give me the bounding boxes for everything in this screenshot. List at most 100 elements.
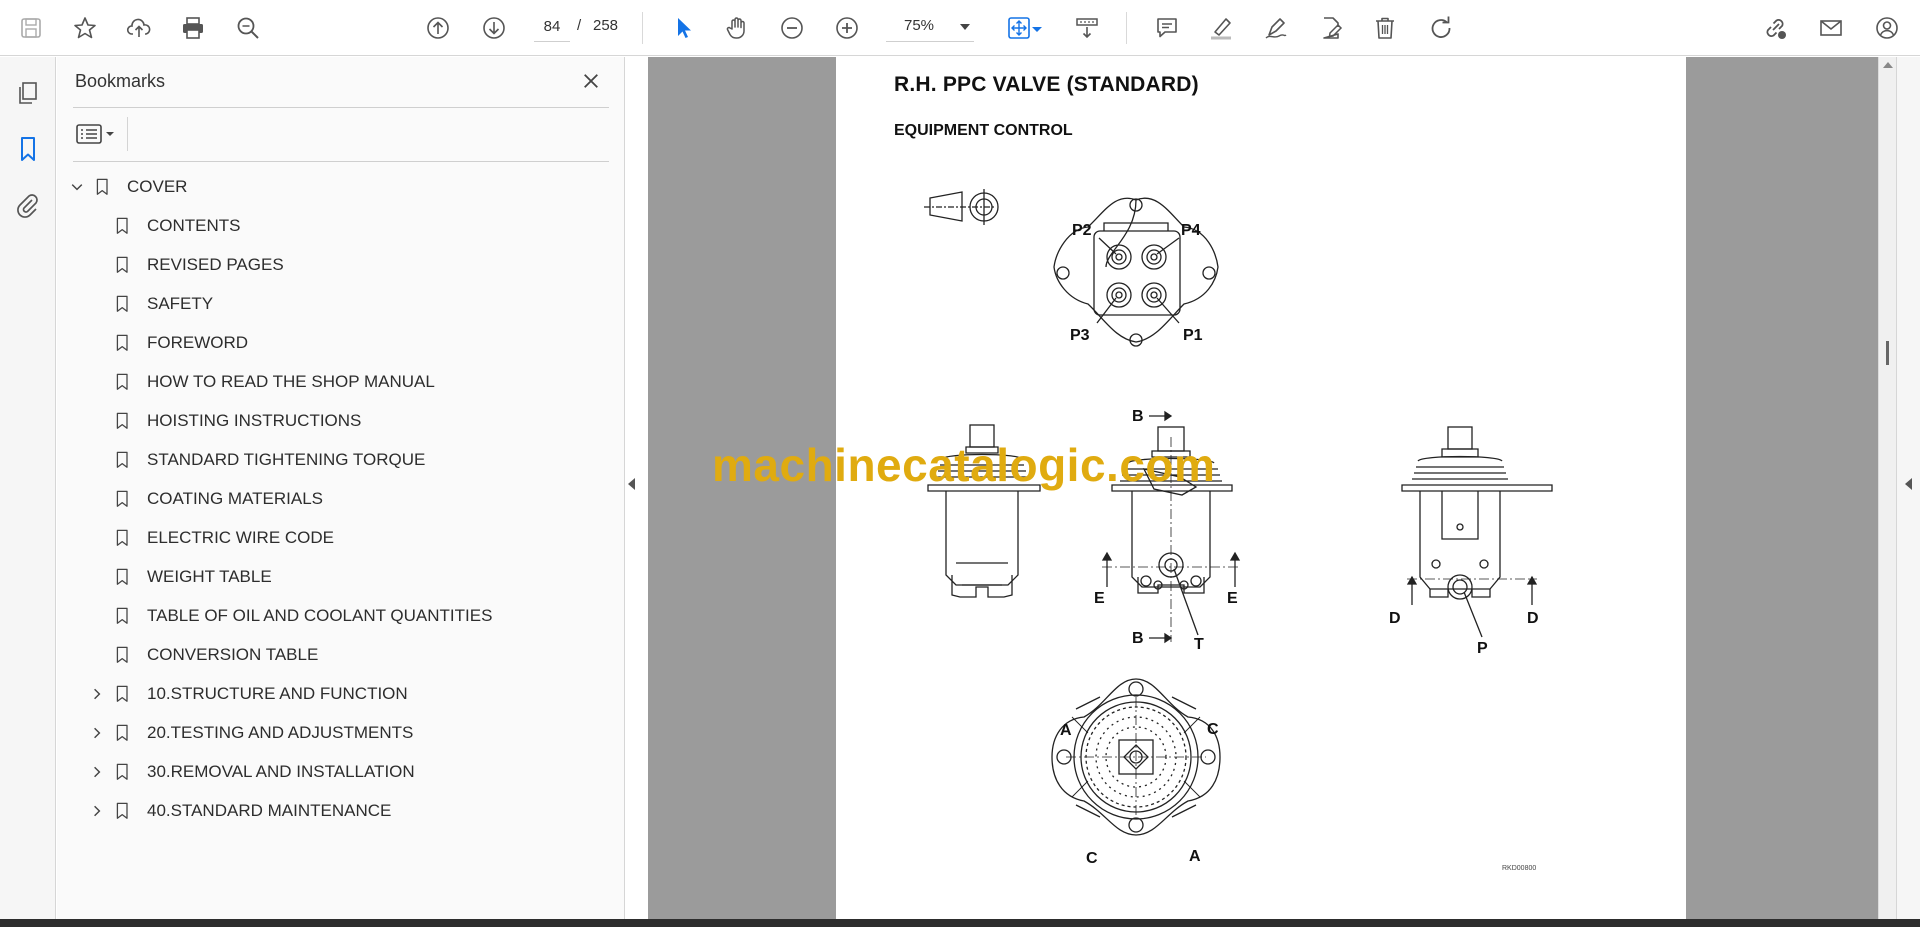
highlighter-icon[interactable] [1204, 11, 1238, 45]
bookmark-item[interactable]: REVISED PAGES [87, 248, 284, 282]
arrow-down-circle-icon[interactable] [477, 11, 511, 45]
label-p: P [1477, 640, 1488, 657]
upload-icon[interactable] [122, 11, 156, 45]
save-icon[interactable] [14, 11, 48, 45]
label-p1: P1 [1183, 327, 1203, 344]
bookmark-item[interactable]: STANDARD TIGHTENING TORQUE [87, 443, 425, 477]
bookmark-item[interactable]: CONTENTS [87, 209, 241, 243]
bookmark-item[interactable]: HOW TO READ THE SHOP MANUAL [87, 365, 435, 399]
figure-code: RKD00800 [1502, 865, 1537, 872]
chevron-down-icon[interactable] [67, 177, 87, 197]
valve-bottom-view [1051, 678, 1221, 836]
plus-circle-icon[interactable] [830, 11, 864, 45]
chevron-right-icon[interactable] [87, 801, 107, 821]
bookmark-label: WEIGHT TABLE [147, 567, 272, 586]
label-p2: P2 [1072, 222, 1092, 239]
bookmark-label: STANDARD TIGHTENING TORQUE [147, 450, 426, 469]
label-a-bottom: A [1189, 848, 1201, 865]
bookmark-label: 40.STANDARD MAINTENANCE [147, 801, 392, 820]
close-icon[interactable] [577, 67, 605, 95]
chevron-right-icon[interactable] [87, 762, 107, 782]
hand-icon[interactable] [720, 11, 754, 45]
scroll-mode-icon[interactable] [1070, 11, 1104, 45]
panel-title: Bookmarks [75, 71, 166, 91]
bookmark-item[interactable]: COATING MATERIALS [87, 482, 323, 516]
rotate-icon[interactable] [1424, 11, 1458, 45]
bookmark-options-button[interactable] [75, 119, 121, 149]
chevron-right-icon[interactable] [87, 684, 107, 704]
paperclip-icon[interactable] [10, 187, 46, 223]
bookmark-label: TABLE OF OIL AND COOLANT QUANTITIES [147, 606, 493, 625]
zoom-value: 75% [904, 17, 935, 34]
bookmark-icon [113, 722, 133, 744]
link-icon[interactable] [1758, 11, 1792, 45]
mail-icon[interactable] [1814, 11, 1848, 45]
page-number-input[interactable] [534, 12, 570, 42]
scrollbar-thumb[interactable] [1886, 341, 1889, 365]
bookmark-item[interactable]: WEIGHT TABLE [87, 560, 272, 594]
trash-icon[interactable] [1368, 11, 1402, 45]
watermark-text: machinecatalogic.com [712, 439, 1216, 491]
bookmark-item[interactable]: COVER [67, 170, 187, 204]
label-a-top: A [1060, 722, 1072, 739]
pen-icon[interactable] [1259, 11, 1293, 45]
bookmark-item[interactable]: 20.TESTING AND ADJUSTMENTS [87, 716, 413, 750]
chevron-right-icon[interactable] [87, 723, 107, 743]
bookmark-icon [113, 215, 133, 237]
bookmark-icon [113, 527, 133, 549]
zoom-select[interactable]: 75% [886, 12, 974, 42]
bookmarks-panel: Bookmarks COVER CONTENTS REVISED PAGES SAFE… [57, 57, 625, 919]
fill-sign-icon[interactable] [1314, 11, 1348, 45]
bookmark-icon [113, 566, 133, 588]
bookmark-icon [93, 176, 113, 198]
bookmark-item[interactable]: FOREWORD [87, 326, 248, 360]
label-e-left: E [1094, 590, 1105, 607]
toolbar-divider [642, 12, 643, 44]
comment-icon[interactable] [1150, 11, 1184, 45]
bookmark-item[interactable]: 40.STANDARD MAINTENANCE [87, 794, 391, 828]
arrow-up-circle-icon[interactable] [421, 11, 455, 45]
pdf-viewer-app: / 258 75% [0, 0, 1920, 927]
label-d-right: D [1527, 610, 1539, 627]
bookmark-item[interactable]: 30.REMOVAL AND INSTALLATION [87, 755, 415, 789]
print-icon[interactable] [176, 11, 210, 45]
search-icon[interactable] [231, 11, 265, 45]
minus-circle-icon[interactable] [775, 11, 809, 45]
vertical-scrollbar[interactable] [1878, 57, 1896, 919]
star-icon[interactable] [68, 11, 102, 45]
collapse-panel-arrow[interactable] [628, 478, 635, 490]
page-separator: / [577, 17, 582, 34]
scroll-up-arrow[interactable] [1883, 62, 1893, 68]
navigation-rail [0, 57, 56, 919]
bookmark-label: FOREWORD [147, 333, 249, 352]
bookmark-item[interactable]: ELECTRIC WIRE CODE [87, 521, 334, 555]
label-b-top: B [1132, 408, 1144, 425]
bookmark-item[interactable]: HOISTING INSTRUCTIONS [87, 404, 361, 438]
bookmark-panel-icon[interactable] [10, 131, 46, 167]
bookmark-label: SAFETY [147, 294, 214, 313]
bookmark-icon [113, 644, 133, 666]
label-p4: P4 [1181, 222, 1201, 239]
chevron-down-icon[interactable] [1030, 11, 1044, 45]
divider [127, 117, 128, 151]
divider [73, 161, 609, 162]
user-icon[interactable] [1870, 11, 1904, 45]
total-pages: 258 [593, 17, 619, 34]
bookmark-item[interactable]: TABLE OF OIL AND COOLANT QUANTITIES [87, 599, 492, 633]
expand-right-panel-arrow[interactable] [1905, 478, 1912, 490]
bookmark-label: REVISED PAGES [147, 255, 284, 274]
bookmark-icon [113, 293, 133, 315]
bookmark-item[interactable]: CONVERSION TABLE [87, 638, 318, 672]
bookmark-label: CONVERSION TABLE [147, 645, 319, 664]
page-thumbnails-icon[interactable] [10, 75, 46, 111]
bookmark-label: HOW TO READ THE SHOP MANUAL [147, 372, 435, 391]
bookmark-item[interactable]: SAFETY [87, 287, 213, 321]
cursor-icon[interactable] [666, 11, 700, 45]
bookmark-item[interactable]: 10.STRUCTURE AND FUNCTION [87, 677, 408, 711]
right-panel-toggle[interactable] [1896, 57, 1920, 919]
